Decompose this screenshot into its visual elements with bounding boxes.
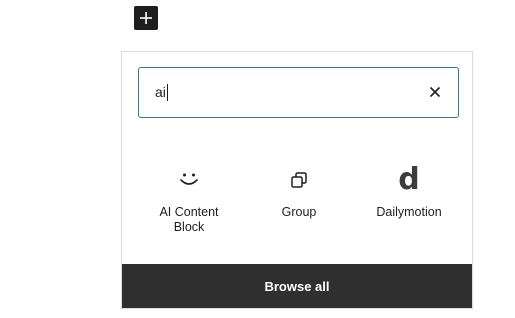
inserter-toggle-button[interactable] bbox=[134, 6, 158, 30]
browse-all-button[interactable]: Browse all bbox=[122, 264, 472, 308]
block-inserter: AI Content Block Group d Dailymotion Bro… bbox=[0, 0, 515, 318]
search-box bbox=[138, 67, 459, 118]
dailymotion-glyph: d bbox=[398, 162, 420, 197]
block-label: Dailymotion bbox=[376, 205, 442, 219]
search-input[interactable] bbox=[139, 68, 419, 116]
block-item-dailymotion[interactable]: d Dailymotion bbox=[354, 162, 464, 235]
plus-icon bbox=[140, 12, 152, 24]
block-results-list: AI Content Block Group d Dailymotion bbox=[122, 162, 472, 235]
close-icon bbox=[429, 86, 441, 98]
dailymotion-icon: d bbox=[391, 162, 427, 198]
inserter-popover: AI Content Block Group d Dailymotion Bro… bbox=[121, 51, 473, 309]
group-icon bbox=[281, 162, 317, 198]
block-item-ai-content-block[interactable]: AI Content Block bbox=[134, 162, 244, 235]
smile-icon bbox=[171, 162, 207, 198]
clear-search-button[interactable] bbox=[426, 83, 444, 101]
block-label: AI Content Block bbox=[159, 205, 219, 234]
text-caret bbox=[167, 84, 168, 101]
block-item-group[interactable]: Group bbox=[244, 162, 354, 235]
block-label: Group bbox=[281, 205, 317, 219]
